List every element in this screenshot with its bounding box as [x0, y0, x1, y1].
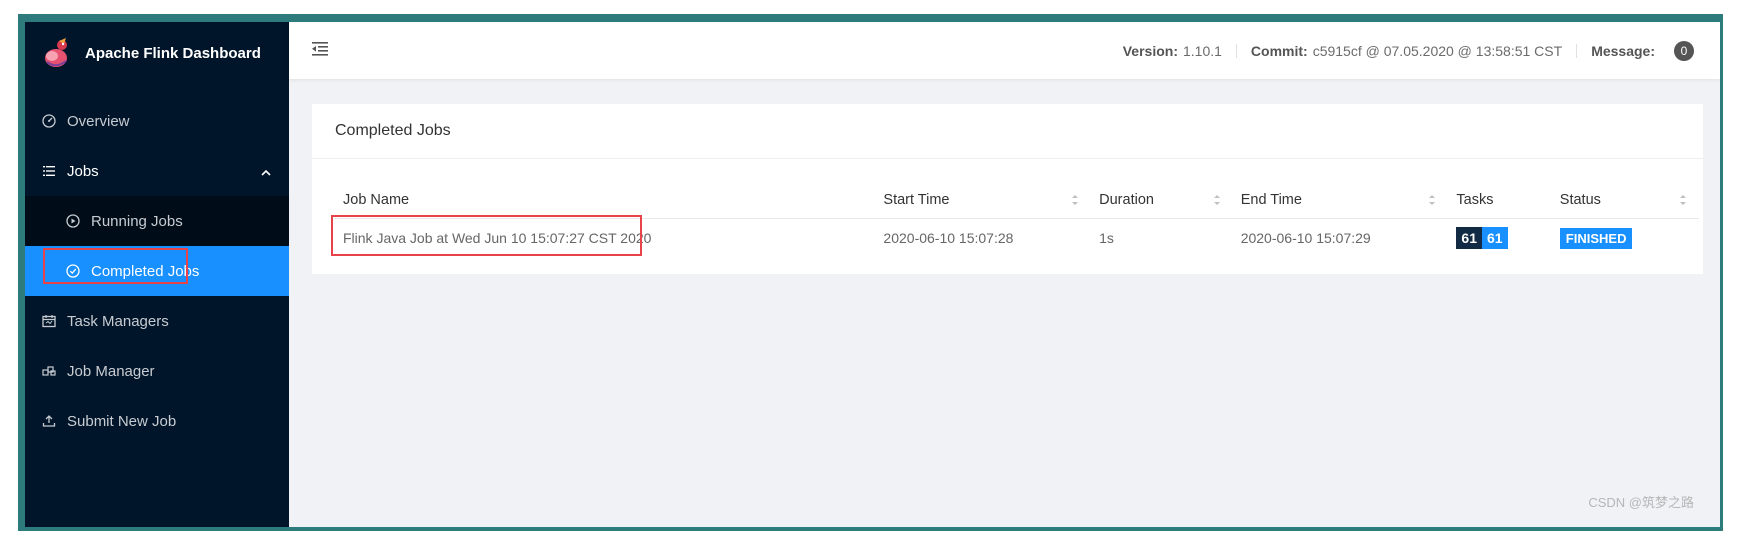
table-header-row: Job Name Start Time Duration End Time Ta… [335, 182, 1699, 219]
sidebar-item-running-jobs[interactable]: Running Jobs [25, 196, 289, 246]
sidebar-item-job-manager[interactable]: Job Manager [25, 346, 289, 396]
sidebar-item-label: Running Jobs [91, 212, 183, 230]
completed-jobs-card: Completed Jobs Job Name Start Time Durat… [312, 104, 1703, 274]
tasks-badge: 61 61 [1456, 227, 1508, 249]
sidebar-item-jobs[interactable]: Jobs [25, 146, 289, 196]
top-header: Version: 1.10.1 Commit: c5915cf @ 07.05.… [289, 22, 1720, 79]
commit-label: Commit: [1250, 42, 1308, 59]
message-label: Message: [1591, 42, 1655, 59]
duration-cell: 1s [1099, 230, 1114, 246]
card-title: Completed Jobs [312, 104, 1703, 159]
divider [1235, 43, 1237, 58]
commit-value: c5915cf @ 07.05.2020 @ 13:58:51 CST [1312, 42, 1563, 59]
sidebar-item-label: Task Managers [67, 312, 169, 330]
flink-dashboard: Apache Flink Dashboard Overview Jobs Run… [25, 22, 1720, 527]
sidebar-item-label: Submit New Job [67, 412, 177, 430]
version-label: Version: [1122, 42, 1178, 59]
menu-fold-icon[interactable] [311, 41, 329, 62]
column-header-status[interactable]: Status [1551, 182, 1699, 219]
flink-logo-icon [39, 36, 73, 70]
sidebar-item-label: Overview [67, 112, 130, 130]
sidebar-menu: Overview Jobs Running Jobs Completed Job… [25, 96, 289, 446]
job-name-cell[interactable]: Flink Java Job at Wed Jun 10 15:07:27 CS… [331, 215, 875, 258]
sidebar-item-overview[interactable]: Overview [25, 96, 289, 146]
column-header-job-name: Job Name [335, 182, 876, 219]
tasks-total: 61 [1456, 227, 1482, 249]
column-header-start-time[interactable]: Start Time [875, 182, 1092, 219]
version-value: 1.10.1 [1182, 42, 1222, 59]
sort-icon[interactable] [1071, 193, 1079, 211]
status-badge: FINISHED [1559, 227, 1633, 249]
status-cell: FINISHED [1552, 219, 1699, 258]
upload-icon [41, 413, 57, 429]
jobs-submenu: Running Jobs Completed Jobs [25, 196, 289, 296]
play-circle-icon [65, 213, 81, 229]
table-row[interactable]: Flink Java Job at Wed Jun 10 15:07:27 CS… [331, 215, 1699, 258]
sort-icon[interactable] [1428, 193, 1436, 211]
message-count-badge[interactable]: 0 [1674, 40, 1694, 61]
divider [1576, 43, 1578, 58]
app-title: Apache Flink Dashboard [85, 44, 261, 62]
chevron-up-icon [261, 164, 271, 181]
watermark: CSDN @筑梦之路 [1588, 495, 1694, 510]
sort-icon[interactable] [1213, 193, 1221, 211]
start-time-cell: 2020-06-10 15:07:28 [883, 230, 1014, 246]
sidebar-item-task-managers[interactable]: Task Managers [25, 296, 289, 346]
sidebar-item-label: Job Manager [67, 362, 155, 380]
completed-jobs-table: Job Name Start Time Duration End Time Ta… [331, 182, 1699, 258]
list-icon [41, 163, 57, 179]
sidebar: Apache Flink Dashboard Overview Jobs Run… [25, 22, 289, 527]
highlight-box [331, 215, 642, 256]
header-info: Version: 1.10.1 Commit: c5915cf @ 07.05.… [1123, 22, 1694, 79]
tasks-cell: 61 61 [1448, 219, 1551, 258]
column-header-tasks: Tasks [1448, 182, 1552, 219]
tasks-finished: 61 [1482, 227, 1508, 249]
column-header-duration[interactable]: Duration [1091, 182, 1233, 219]
highlight-box [43, 248, 188, 284]
sidebar-item-completed-jobs[interactable]: Completed Jobs [25, 246, 289, 296]
column-header-end-time[interactable]: End Time [1232, 182, 1449, 219]
cluster-icon [41, 363, 57, 379]
brand[interactable]: Apache Flink Dashboard [25, 22, 289, 84]
sort-icon[interactable] [1679, 193, 1687, 211]
end-time-cell: 2020-06-10 15:07:29 [1240, 230, 1371, 246]
sidebar-item-label: Jobs [67, 162, 99, 180]
calendar-icon [41, 313, 57, 329]
dashboard-icon [41, 113, 57, 129]
sidebar-item-submit-new-job[interactable]: Submit New Job [25, 396, 289, 446]
